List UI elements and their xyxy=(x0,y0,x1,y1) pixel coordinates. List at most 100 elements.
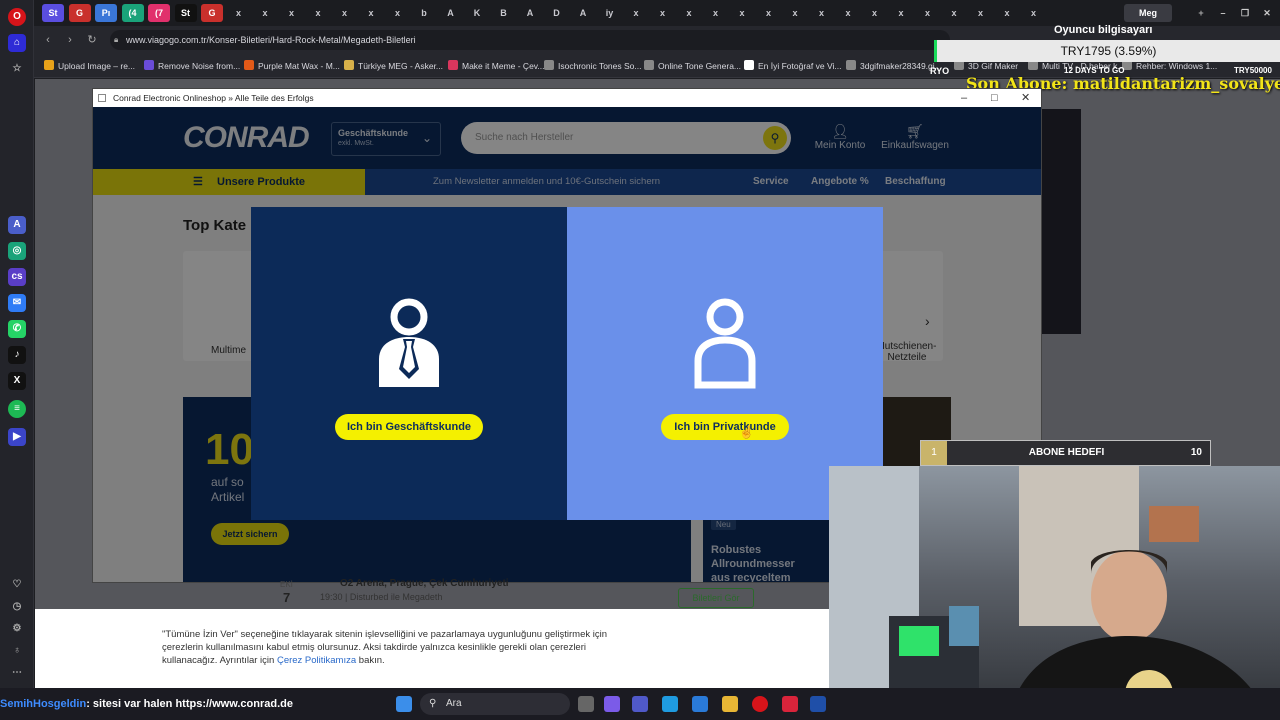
bookmark-item[interactable]: Online Tone Genera... xyxy=(644,59,741,73)
browser-tab[interactable]: x xyxy=(996,4,1018,22)
copilot-icon[interactable] xyxy=(604,696,620,712)
cookie-policy-link[interactable]: Çerez Politikamıza xyxy=(277,655,356,666)
browser-tab[interactable]: (7 xyxy=(148,4,170,22)
reload-icon[interactable]: ↻ xyxy=(84,32,100,48)
browser-tab[interactable]: x xyxy=(281,4,303,22)
bookmark-item[interactable]: Make it Meme - Çev... xyxy=(448,59,545,73)
browser-tab[interactable]: x xyxy=(1023,4,1045,22)
browser-tab[interactable]: K xyxy=(466,4,488,22)
tiktok-icon[interactable]: ♪ xyxy=(8,346,26,364)
bookmark-item[interactable]: Purple Mat Wax - M... xyxy=(244,59,340,73)
event-month: EKİ xyxy=(280,580,293,589)
edge-icon[interactable] xyxy=(662,696,678,712)
browser-tab[interactable]: x xyxy=(360,4,382,22)
star-icon[interactable]: ☆ xyxy=(8,60,26,78)
l-app-icon[interactable] xyxy=(810,696,826,712)
bookmark-item[interactable]: 3dgifmaker28349.gi... xyxy=(846,59,942,73)
bulb-icon[interactable]: ♁ xyxy=(8,642,26,660)
active-browser-tab[interactable]: Meg xyxy=(1124,4,1172,22)
browser-tab[interactable]: A xyxy=(519,4,541,22)
browser-tab[interactable]: x xyxy=(254,4,276,22)
tickets-button[interactable]: Biletleri Gör xyxy=(678,588,754,608)
minimize-icon[interactable]: – xyxy=(1212,4,1234,22)
browser-tab[interactable]: x xyxy=(228,4,250,22)
browser-tab[interactable]: A xyxy=(440,4,462,22)
browser-tab[interactable]: x xyxy=(731,4,753,22)
bookmark-item[interactable]: Remove Noise from... xyxy=(144,59,240,73)
url-input[interactable]: 🔒︎ www.viagogo.com.tr/Konser-Biletleri/H… xyxy=(110,30,950,50)
browser-tab[interactable]: x xyxy=(652,4,674,22)
window-close-icon[interactable]: ✕ xyxy=(1021,89,1030,107)
event-listing-row[interactable]: EKİ 7 O2 Arena, Prague, Çek Cumhuriyeti … xyxy=(260,578,830,608)
browser-tab[interactable]: x xyxy=(970,4,992,22)
bookmark-item[interactable]: Upload Image – re... xyxy=(44,59,135,73)
business-customer-panel[interactable]: Ich bin Geschäftskunde xyxy=(251,207,567,520)
stream-donation-overlay: Oyuncu bilgisayarı TRY1795 (3.59%) RYO 1… xyxy=(930,22,1280,80)
browser-tab[interactable]: St xyxy=(174,4,197,22)
window-maximize-icon[interactable]: □ xyxy=(991,89,998,107)
task-view-icon[interactable] xyxy=(578,696,594,712)
browser-tab[interactable]: b xyxy=(413,4,435,22)
close-icon[interactable]: ✕ xyxy=(1256,4,1278,22)
browser-tab[interactable]: B xyxy=(493,4,515,22)
x-icon[interactable]: X xyxy=(8,372,26,390)
taskbar-search[interactable]: ⚲ Ara xyxy=(420,693,570,715)
browser-tab[interactable]: D xyxy=(546,4,568,22)
browser-tab[interactable]: x xyxy=(307,4,329,22)
browser-tab[interactable]: x xyxy=(705,4,727,22)
store-icon[interactable] xyxy=(692,696,708,712)
browser-tab[interactable]: Pı xyxy=(95,4,117,22)
chatgpt-icon[interactable]: ◎ xyxy=(8,242,26,260)
browser-tab[interactable]: G xyxy=(201,4,223,22)
browser-tab[interactable]: (4 xyxy=(121,4,144,22)
browser-tab[interactable]: x xyxy=(943,4,965,22)
browser-tab[interactable]: iy xyxy=(599,4,621,22)
opera-logo-icon[interactable]: O xyxy=(8,8,26,26)
browser-tab[interactable]: A xyxy=(572,4,594,22)
lock-icon: 🔒︎ xyxy=(114,35,119,44)
browser-tab[interactable]: x xyxy=(758,4,780,22)
browser-tab[interactable]: x xyxy=(387,4,409,22)
more-icon[interactable]: ⋯ xyxy=(8,664,26,682)
bookmark-favicon-icon xyxy=(846,60,856,70)
browser-tab[interactable]: x xyxy=(837,4,859,22)
window-favicon-icon xyxy=(98,94,106,102)
subscriber-goal-current: 1 xyxy=(921,441,947,465)
maximize-icon[interactable]: ❐ xyxy=(1234,4,1256,22)
heart-icon[interactable]: ♡ xyxy=(8,576,26,594)
bookmark-item[interactable]: Türkiye MEG - Asker... xyxy=(344,59,443,73)
business-customer-button[interactable]: Ich bin Geschäftskunde xyxy=(335,414,483,440)
aria-icon[interactable]: A xyxy=(8,216,26,234)
search-tabs-icon[interactable] xyxy=(1188,4,1204,22)
bookmark-item[interactable]: En İyi Fotoğraf ve Vi... xyxy=(744,59,841,73)
bookmark-label: Isochronic Tones So... xyxy=(558,61,642,71)
wps-icon[interactable] xyxy=(782,696,798,712)
browser-tab[interactable]: x xyxy=(864,4,886,22)
windows-start-icon[interactable] xyxy=(396,696,412,712)
bookmark-item[interactable]: Isochronic Tones So... xyxy=(544,59,641,73)
browser-tab[interactable]: G xyxy=(68,4,91,22)
back-icon[interactable]: ‹ xyxy=(40,32,56,48)
home-icon[interactable]: ⌂ xyxy=(8,34,26,52)
window-minimize-icon[interactable]: – xyxy=(961,89,967,107)
player-icon[interactable]: ▶ xyxy=(8,428,26,446)
private-customer-button[interactable]: Ich bin Privatkunde xyxy=(661,414,789,440)
browser-tab[interactable]: St xyxy=(42,4,64,22)
explorer-icon[interactable] xyxy=(722,696,738,712)
browser-tab[interactable]: x xyxy=(625,4,647,22)
browser-tab[interactable]: x xyxy=(784,4,806,22)
browser-tab[interactable]: x xyxy=(678,4,700,22)
whatsapp-icon[interactable]: ✆ xyxy=(8,320,26,338)
browser-tab[interactable]: x xyxy=(890,4,912,22)
cs-icon[interactable]: cs xyxy=(8,268,26,286)
history-icon[interactable]: ◷ xyxy=(8,598,26,616)
messenger-icon[interactable]: ✉ xyxy=(8,294,26,312)
forward-icon[interactable]: › xyxy=(62,32,78,48)
browser-tab[interactable]: x xyxy=(334,4,356,22)
spotify-icon[interactable]: ≡ xyxy=(8,400,26,418)
browser-tab[interactable]: x xyxy=(811,4,833,22)
opera-taskbar-icon[interactable] xyxy=(752,696,768,712)
teams-icon[interactable] xyxy=(632,696,648,712)
browser-tab[interactable]: x xyxy=(917,4,939,22)
settings-icon[interactable]: ⚙ xyxy=(8,620,26,638)
